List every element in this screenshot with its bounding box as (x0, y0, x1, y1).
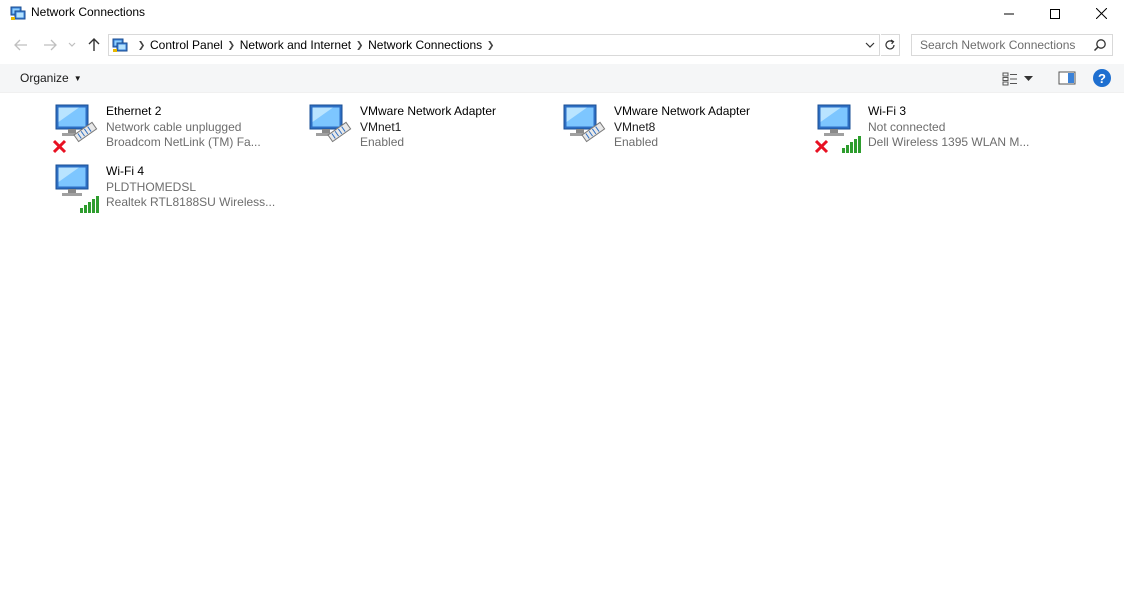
connection-status: Network cable unplugged (106, 119, 242, 134)
breadcrumb-separator-icon[interactable]: ❯ (223, 40, 240, 51)
organize-button[interactable]: Organize ▼ (20, 71, 82, 85)
connection-network: PLDTHOMEDSL (106, 179, 197, 194)
caret-down-icon: ▼ (73, 73, 82, 83)
connection-name: Wi-Fi 4 (106, 164, 144, 178)
arrow-right-icon (44, 39, 57, 51)
network-connections-icon (10, 6, 26, 20)
connection-item-wifi-4[interactable]: Wi-Fi 4 PLDTHOMEDSL Realtek RTL8188SU Wi… (53, 164, 303, 222)
breadcrumb-separator-icon[interactable]: ❯ (133, 40, 150, 51)
breadcrumb: ❯ Control Panel ❯ Network and Internet ❯… (133, 38, 499, 52)
signal-bars-icon (842, 136, 861, 153)
connection-network: VMnet8 (614, 119, 656, 134)
signal-bars-icon (80, 196, 99, 213)
chevron-down-icon (68, 42, 76, 47)
close-button[interactable] (1078, 0, 1124, 27)
up-button[interactable] (85, 36, 103, 54)
minimize-icon (1004, 13, 1014, 14)
refresh-icon (885, 39, 895, 50)
question-mark-icon: ? (1098, 70, 1106, 86)
connection-device: Dell Wireless 1395 WLAN M... (868, 135, 1030, 149)
connection-status: Enabled (614, 135, 659, 149)
connection-name: Ethernet 2 (106, 104, 162, 118)
view-options-icon (1002, 72, 1017, 86)
recent-locations-button[interactable] (66, 36, 78, 54)
connection-text: VMware Network Adapter VMnet8 Enabled (614, 104, 804, 151)
title-bar: Network Connections (0, 0, 1124, 27)
ethernet-adapter-icon (309, 104, 352, 143)
connection-text: Wi-Fi 4 PLDTHOMEDSL Realtek RTL8188SU Wi… (106, 164, 296, 211)
connection-name: Wi-Fi 3 (868, 104, 906, 118)
connection-item-vmnet1[interactable]: VMware Network Adapter VMnet1 Enabled (307, 104, 557, 162)
minimize-button[interactable] (986, 0, 1032, 27)
breadcrumb-separator-icon[interactable]: ❯ (351, 40, 368, 51)
connection-device: Realtek RTL8188SU Wireless... (106, 195, 276, 209)
connection-status: Not connected (868, 119, 946, 134)
ethernet-adapter-icon (53, 104, 98, 154)
refresh-button[interactable] (881, 34, 900, 56)
preview-pane-icon (1058, 71, 1076, 85)
connection-item-wifi-3[interactable]: Wi-Fi 3 Not connected Dell Wireless 1395… (815, 104, 1065, 162)
maximize-button[interactable] (1032, 0, 1078, 27)
breadcrumb-network-and-internet[interactable]: Network and Internet (240, 38, 351, 52)
address-history-button[interactable] (863, 38, 877, 52)
address-bar[interactable]: ❯ Control Panel ❯ Network and Internet ❯… (108, 34, 880, 56)
connection-status: Enabled (360, 135, 405, 149)
wifi-adapter-icon (55, 164, 99, 213)
arrow-left-icon (14, 39, 27, 51)
connection-item-ethernet-2[interactable]: Ethernet 2 Network cable unplugged Broad… (53, 104, 303, 162)
preview-pane-button[interactable] (1058, 70, 1076, 88)
arrow-up-icon (88, 38, 100, 51)
window-title: Network Connections (31, 5, 146, 19)
close-icon (1095, 8, 1107, 19)
change-view-button[interactable] (1002, 70, 1040, 88)
connection-name: VMware Network Adapter (360, 104, 497, 118)
maximize-icon (1050, 8, 1060, 19)
forward-button[interactable] (41, 36, 59, 54)
breadcrumb-control-panel[interactable]: Control Panel (150, 38, 223, 52)
search-icon[interactable] (1093, 38, 1107, 52)
connections-view: Ethernet 2 Network cable unplugged Broad… (0, 94, 1124, 612)
disconnected-x-icon (815, 139, 829, 154)
ethernet-adapter-icon (563, 104, 606, 143)
back-button[interactable] (12, 36, 30, 54)
search-input[interactable] (912, 35, 1092, 55)
wifi-adapter-icon (815, 104, 861, 154)
connection-name: VMware Network Adapter (614, 104, 751, 118)
connection-device: Broadcom NetLink (TM) Fa... (106, 135, 261, 149)
breadcrumb-separator-icon[interactable]: ❯ (482, 40, 499, 51)
network-connections-icon (112, 38, 128, 52)
connection-network: VMnet1 (360, 119, 402, 134)
caret-down-icon (1024, 76, 1033, 81)
chevron-down-icon (865, 42, 875, 48)
connection-text: Wi-Fi 3 Not connected Dell Wireless 1395… (868, 104, 1058, 151)
organize-label: Organize (20, 71, 69, 85)
connection-item-vmnet8[interactable]: VMware Network Adapter VMnet8 Enabled (561, 104, 811, 162)
help-button[interactable]: ? (1093, 69, 1111, 87)
disconnected-x-icon (53, 139, 67, 154)
connection-text: Ethernet 2 Network cable unplugged Broad… (106, 104, 296, 151)
connection-text: VMware Network Adapter VMnet1 Enabled (360, 104, 550, 151)
breadcrumb-network-connections[interactable]: Network Connections (368, 38, 482, 52)
command-bar: Organize ▼ ? (0, 64, 1124, 93)
search-box[interactable] (911, 34, 1113, 56)
